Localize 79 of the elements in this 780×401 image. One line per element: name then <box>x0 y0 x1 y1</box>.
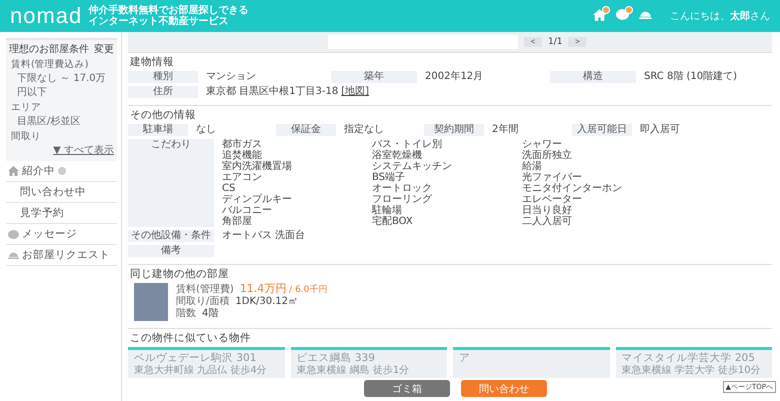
field-label: 駐車場 <box>128 124 188 136</box>
feature-item: 都市ガス <box>222 139 263 150</box>
condition-label: 間取り <box>11 130 42 143</box>
feature-item: 給湯 <box>522 161 543 172</box>
layout-value: 1DK/30.12㎡ <box>235 296 298 307</box>
rent-label: 賃料(管理費) <box>176 284 234 296</box>
feature-item: 日当り良好 <box>522 205 573 216</box>
section-title: その他の情報 <box>130 109 197 122</box>
field-value: 2年間 <box>492 124 520 136</box>
nav-item[interactable]: メッセージ <box>6 224 117 245</box>
field-label: 住所 <box>128 86 198 98</box>
chat-bubble-icon <box>8 230 19 238</box>
help-icon[interactable] <box>58 167 66 175</box>
page-count: 1/1 <box>548 37 562 47</box>
trash-button[interactable]: ゴミ箱 <box>364 380 450 397</box>
floor-value: 4階 <box>202 308 218 319</box>
field-value: SRC 8階 (10階建て) <box>644 71 738 83</box>
feature-item: 光ファイバー <box>522 172 583 183</box>
feature-item: オートロック <box>372 183 433 194</box>
feature-item: モニタ付インターホン <box>522 183 623 194</box>
field-value: なし <box>196 124 217 136</box>
feature-item: BS端子 <box>372 172 406 183</box>
feature-item: バルコニー <box>222 205 273 216</box>
tagline: インターネット不動産サービス <box>88 16 230 27</box>
next-button[interactable]: > <box>568 37 586 47</box>
feature-item: シャワー <box>522 139 562 150</box>
field-label: 種別 <box>128 71 198 83</box>
feature-item: ディンプルキー <box>222 194 293 205</box>
feature-item: 浴室乾燥機 <box>372 150 423 161</box>
feature-item: 洗面所独立 <box>522 150 573 161</box>
condition-value: 目黒区/杉並区 <box>17 114 82 128</box>
feature-item: システムキッチン <box>372 161 453 172</box>
feature-item: 二人入居可 <box>522 216 573 227</box>
layout-label: 間取り/面積 <box>176 296 230 308</box>
field-label: 備考 <box>128 245 214 257</box>
field-label: 構造 <box>550 71 636 83</box>
section-title: 同じ建物の他の部屋 <box>130 268 230 281</box>
nav-item[interactable]: 見学予約 <box>6 203 117 224</box>
feature-item: バス・トイレ別 <box>372 139 443 150</box>
feature-item: エアコン <box>222 172 263 183</box>
condition-label: 賃料(管理費込み) <box>11 58 90 71</box>
feature-item: 追焚機能 <box>222 150 262 161</box>
bell-icon[interactable] <box>639 10 652 22</box>
feature-item: 宅配BOX <box>372 216 414 227</box>
nav-item[interactable]: 問い合わせ中 <box>6 182 117 203</box>
floor-label: 階数 <box>176 308 196 320</box>
map-link[interactable]: [地図] <box>341 86 370 97</box>
field-label: 築年 <box>331 71 417 83</box>
feature-item: 角部屋 <box>222 216 253 227</box>
feature-item: CS <box>222 183 236 194</box>
feature-item: 駐輪場 <box>372 205 403 216</box>
field-value: 東京都 目黒区中根1丁目3-18 [地図] <box>206 86 370 98</box>
feature-item: フローリング <box>372 194 433 205</box>
field-label: 保証金 <box>276 124 336 136</box>
rent-price: 11.4万円 / 6.0千円 <box>240 283 328 296</box>
tagline: 仲介手数料無料でお部屋探しできる <box>88 5 248 16</box>
prev-button[interactable]: < <box>524 37 542 47</box>
section-title: この物件に似ている物件 <box>130 332 252 345</box>
field-label: 入居可能日 <box>572 124 632 136</box>
condition-value: 下限なし ～ 17.0万円以下 <box>17 72 107 99</box>
field-label: 契約期間 <box>424 124 484 136</box>
section-title: 建物情報 <box>130 56 175 69</box>
change-link[interactable]: 変更 <box>94 42 114 56</box>
bell-icon <box>8 251 19 259</box>
house-icon <box>8 166 19 176</box>
feature-item: 室内洗濯機置場 <box>222 161 293 172</box>
greeting: こんにちは、太郎さん <box>670 9 770 23</box>
field-label: その他設備・条件 <box>128 230 214 242</box>
feature-item: エレベーター <box>522 194 583 205</box>
field-label: こだわり <box>128 139 214 227</box>
condition-label: エリア <box>11 101 42 114</box>
field-value: 指定なし <box>344 124 385 136</box>
field-value: オートバス 洗面台 <box>222 230 306 242</box>
field-value: 即入居可 <box>640 124 681 136</box>
field-value: マンション <box>206 71 257 83</box>
nav-item[interactable]: 紹介中 <box>6 161 117 182</box>
field-value: 2002年12月 <box>425 71 484 83</box>
nav-item[interactable]: お部屋リクエスト <box>6 245 117 266</box>
panel-title: 理想のお部屋条件 <box>9 42 89 56</box>
